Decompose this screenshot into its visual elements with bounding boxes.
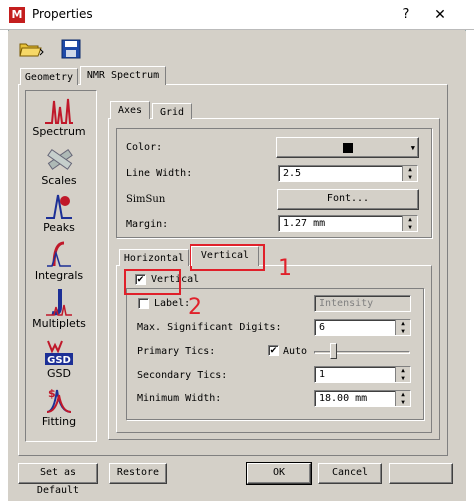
label-input[interactable]: Intensity xyxy=(314,295,411,312)
sidebar-item-peaks[interactable]: Peaks xyxy=(26,191,92,234)
max-digits-input[interactable]: 6 ▲ ▼ xyxy=(314,319,411,336)
peaks-icon xyxy=(46,194,72,219)
open-folder-icon xyxy=(19,43,44,57)
margin-label: Margin: xyxy=(126,219,169,230)
line-width-label: Line Width: xyxy=(126,168,193,179)
color-label: Color: xyxy=(126,142,163,153)
sidebar-item-fitting[interactable]: $ Fitting xyxy=(26,385,92,428)
color-swatch xyxy=(343,143,353,153)
background-window-right xyxy=(465,30,474,501)
max-digits-spinner[interactable]: ▲ ▼ xyxy=(395,320,410,335)
close-button[interactable]: ✕ xyxy=(426,5,454,25)
margin-spinner[interactable]: ▲ ▼ xyxy=(402,216,417,231)
tab-geometry[interactable]: Geometry xyxy=(20,68,78,85)
save-button[interactable] xyxy=(60,38,82,60)
set-as-default-button[interactable]: Set as Default xyxy=(18,463,98,496)
label-input-placeholder: Intensity xyxy=(319,298,374,309)
tab-axes[interactable]: Axes xyxy=(110,101,150,119)
secondary-tics-value: 1 xyxy=(319,369,326,380)
min-width-label: Minimum Width: xyxy=(137,393,222,404)
secondary-tics-label: Secondary Tics: xyxy=(137,370,228,381)
line-width-value: 2.5 xyxy=(283,168,302,179)
fitting-icon: $ xyxy=(46,387,72,413)
sidebar-item-label: Peaks xyxy=(43,221,75,234)
secondary-tics-input[interactable]: 1 ▲ ▼ xyxy=(314,366,411,383)
font-name-label: SimSun xyxy=(126,194,166,205)
sidebar-item-integrals[interactable]: Integrals xyxy=(26,239,92,282)
max-digits-value: 6 xyxy=(319,322,326,333)
integrals-icon xyxy=(47,241,71,267)
font-button[interactable]: Font... xyxy=(277,189,419,210)
app-icon: M xyxy=(9,7,25,23)
save-icon xyxy=(61,39,81,59)
sidebar: Spectrum Scales Peaks Integrals Multiple… xyxy=(25,90,97,442)
scales-icon xyxy=(47,148,73,170)
tab-nmr-spectrum[interactable]: NMR Spectrum xyxy=(80,66,166,85)
open-folder-button[interactable] xyxy=(18,37,46,61)
sidebar-item-label: Spectrum xyxy=(32,125,86,138)
apply-button[interactable] xyxy=(389,463,453,484)
multiplets-icon xyxy=(46,289,72,316)
line-width-spinner[interactable]: ▲ ▼ xyxy=(402,166,417,181)
primary-tics-label: Primary Tics: xyxy=(137,346,216,357)
label-check-label: Label: xyxy=(154,298,191,309)
tab-grid[interactable]: Grid xyxy=(152,103,192,119)
line-width-input[interactable]: 2.5 ▲ ▼ xyxy=(278,165,418,182)
sidebar-item-label: Multiplets xyxy=(32,317,86,330)
auto-checkbox[interactable]: ✔ xyxy=(268,345,279,356)
primary-tics-slider-thumb[interactable] xyxy=(330,343,337,359)
sidebar-item-scales[interactable]: Scales xyxy=(26,144,92,187)
annotation-number-2: 2 xyxy=(188,295,202,320)
primary-tics-slider-track[interactable] xyxy=(314,351,410,354)
min-width-spinner[interactable]: ▲ ▼ xyxy=(395,391,410,406)
annotation-box-vertical-checkbox xyxy=(124,269,181,295)
secondary-tics-spinner[interactable]: ▲ ▼ xyxy=(395,367,410,382)
sidebar-item-spectrum[interactable]: Spectrum xyxy=(26,95,92,138)
margin-input[interactable]: 1.27 mm ▲ ▼ xyxy=(278,215,418,232)
spectrum-icon xyxy=(45,98,73,124)
max-digits-label: Max. Significant Digits: xyxy=(137,322,282,333)
annotation-number-1: 1 xyxy=(278,256,292,281)
sidebar-item-multiplets[interactable]: Multiplets xyxy=(26,287,92,330)
restore-button[interactable]: Restore xyxy=(109,463,167,484)
chevron-down-icon: ▼ xyxy=(410,144,415,152)
auto-label: Auto xyxy=(283,346,308,357)
label-checkbox[interactable] xyxy=(138,298,149,309)
window-title: Properties xyxy=(32,7,93,21)
svg-text:$: $ xyxy=(48,387,56,400)
gsd-icon: GSD xyxy=(45,340,73,366)
margin-value: 1.27 mm xyxy=(283,218,326,229)
tab-vertical[interactable]: Vertical xyxy=(191,246,259,266)
color-picker[interactable]: ▼ xyxy=(276,137,419,158)
sidebar-item-label: Fitting xyxy=(41,415,77,428)
ok-button[interactable]: OK xyxy=(247,463,311,484)
sidebar-item-label: Integrals xyxy=(34,269,84,282)
min-width-input[interactable]: 18.00 mm ▲ ▼ xyxy=(314,390,411,407)
title-bar[interactable]: M Properties ? ✕ xyxy=(0,0,474,30)
tab-horizontal[interactable]: Horizontal xyxy=(119,249,189,266)
sidebar-item-gsd[interactable]: GSD GSD xyxy=(26,337,92,380)
min-width-value: 18.00 mm xyxy=(319,393,368,404)
help-button[interactable]: ? xyxy=(394,5,418,25)
svg-text:GSD: GSD xyxy=(47,355,71,366)
cancel-button[interactable]: Cancel xyxy=(318,463,382,484)
sidebar-item-label: Scales xyxy=(41,174,77,187)
sidebar-item-label: GSD xyxy=(47,367,71,380)
